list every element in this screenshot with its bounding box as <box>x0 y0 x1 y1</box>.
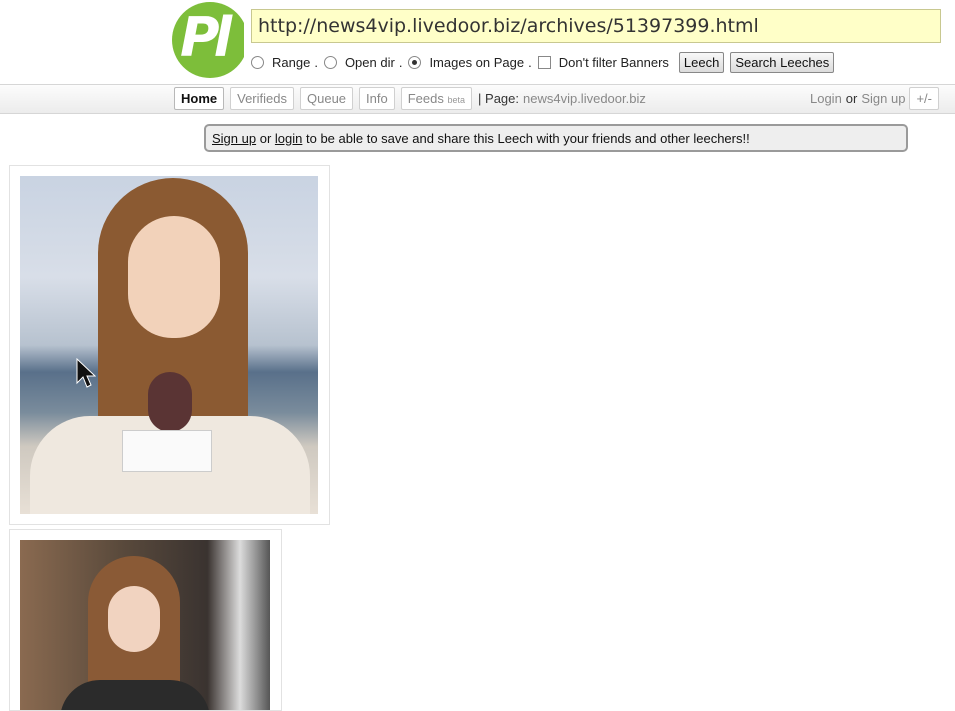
url-input[interactable]: http://news4vip.livedoor.biz/archives/51… <box>251 9 941 43</box>
options-row: Range . Open dir . Images on Page . Don'… <box>251 51 835 73</box>
tab-feeds[interactable]: Feeds beta <box>400 87 473 110</box>
range-label: Range <box>272 54 311 70</box>
image-card[interactable] <box>9 529 282 711</box>
beta-badge: beta <box>447 95 466 105</box>
auth-links: Login or Sign up +/- <box>810 87 939 110</box>
photo-thumbnail[interactable] <box>20 176 318 514</box>
separator: . <box>398 54 403 70</box>
open-dir-radio[interactable] <box>323 55 337 69</box>
dont-filter-checkbox[interactable] <box>537 55 551 69</box>
signup-notice: Sign up or login to be able to save and … <box>204 124 908 152</box>
notice-or-text: or <box>259 131 272 146</box>
notice-text: to be able to save and share this Leech … <box>306 131 750 146</box>
photo-detail <box>128 216 220 338</box>
logo[interactable]: Pl <box>172 2 244 78</box>
header: Pl http://news4vip.livedoor.biz/archives… <box>0 0 955 84</box>
nav-tabs: Home Verifieds Queue Info Feeds beta | P… <box>174 87 646 110</box>
notice-login-link[interactable]: login <box>275 131 302 146</box>
expand-toggle-button[interactable]: +/- <box>909 87 939 110</box>
tab-queue[interactable]: Queue <box>300 87 354 110</box>
photo-detail <box>60 680 210 710</box>
photo-thumbnail[interactable] <box>20 540 270 710</box>
separator: . <box>314 54 318 70</box>
images-on-page-radio[interactable] <box>408 55 422 69</box>
photo-detail <box>122 430 212 472</box>
search-leeches-button[interactable]: Search Leeches <box>730 51 835 73</box>
separator: . <box>528 54 532 70</box>
leech-button[interactable]: Leech <box>678 51 725 73</box>
nav-bar: Home Verifieds Queue Info Feeds beta | P… <box>0 84 955 114</box>
images-on-page-label: Images on Page <box>429 54 525 70</box>
range-radio[interactable] <box>251 55 264 69</box>
signup-link[interactable]: Sign up <box>861 91 905 106</box>
image-card[interactable] <box>9 165 330 525</box>
tab-info[interactable]: Info <box>359 87 395 110</box>
page-label: | Page: <box>478 91 519 106</box>
photo-detail <box>148 372 192 432</box>
open-dir-label: Open dir <box>344 54 395 70</box>
login-link[interactable]: Login <box>810 91 842 106</box>
tab-home[interactable]: Home <box>174 87 225 110</box>
mouse-cursor-icon <box>76 358 96 388</box>
photo-detail <box>108 586 160 652</box>
or-text: or <box>845 91 858 106</box>
tab-verifieds[interactable]: Verifieds <box>230 87 294 110</box>
notice-signup-link[interactable]: Sign up <box>212 131 256 146</box>
logo-text: Pl <box>180 6 232 69</box>
dont-filter-label: Don't filter Banners <box>558 54 669 70</box>
page-host: news4vip.livedoor.biz <box>523 91 646 106</box>
tab-feeds-label: Feeds <box>407 91 444 106</box>
